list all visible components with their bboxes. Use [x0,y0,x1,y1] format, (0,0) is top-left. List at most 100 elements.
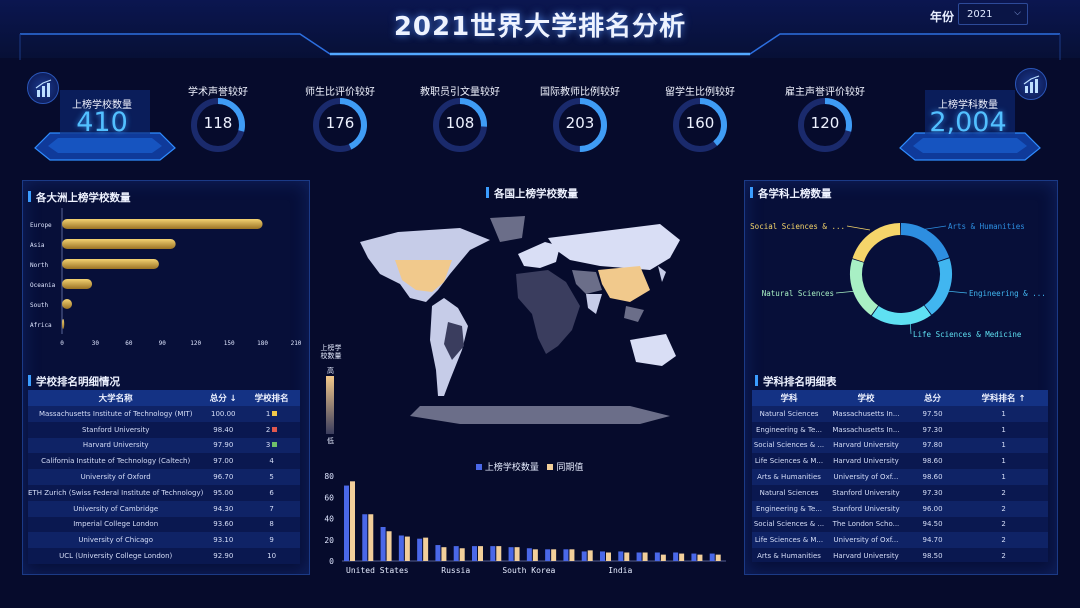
table-cell: 97.30 [905,421,960,438]
table-row[interactable]: Massachusetts Institute of Technology (M… [28,406,300,422]
table-row[interactable]: University of Oxford 96.70 5 [28,469,300,485]
bar [62,319,65,329]
school-rank-title: 学校排名明细情况 [28,374,120,389]
cell-text: 10 [267,552,277,561]
cell-text: Stanford University [81,425,150,434]
table-row[interactable]: Life Sciences & M... University of Oxf...… [752,532,1048,549]
slice-label: Arts & Humanities [948,222,1025,231]
chevron-down-icon: ⌵ [1014,8,1021,18]
bar [563,549,569,561]
bar [606,552,611,561]
table-row[interactable]: Social Sciences & ... Harvard University 9… [752,437,1048,454]
cell-text: 3 [265,441,271,450]
cell-text: 9 [269,536,274,545]
table-cell: 94.50 [905,516,960,533]
table-row[interactable]: Harvard University 97.90 3 [28,437,300,454]
right-total-value: 2,004 [929,107,1007,138]
cell-text: 8 [269,520,274,529]
table-cell: 8 [243,516,300,533]
ring-value: 108 [445,114,475,132]
bar [417,538,423,561]
bar [453,546,459,561]
table-row[interactable]: Engineering & Te... Massachusetts In... 97… [752,421,1048,438]
x-tick-label: Russia [441,566,470,575]
column-header[interactable]: 总分 ↓ [203,390,244,406]
cell-text: California Institute of Technology (Calt… [41,457,191,466]
table-cell: The London Scho... [826,516,906,533]
left-total-value: 410 [76,107,128,138]
table-cell: Harvard University [826,453,906,470]
table-cell: Life Sciences & M... [752,453,826,470]
table-row[interactable]: Stanford University 98.40 2 [28,421,300,438]
year-label: 年份 [930,10,955,24]
cell-text: 100.00 [211,409,236,418]
table-cell: Natural Sciences [752,484,826,501]
column-header[interactable]: 总分 [905,390,960,406]
table-cell: California Institute of Technology (Calt… [28,453,204,470]
table-row[interactable]: Arts & Humanities Harvard University 98.50… [752,548,1048,562]
year-select[interactable]: 2021 ⌵ [958,3,1028,25]
bar [350,481,355,561]
table-row[interactable]: ETH Zurich (Swiss Federal Institute of T… [28,484,300,501]
table-row[interactable]: UCL (University College London) 92.90 10 [28,548,300,564]
cell-text: 1 [265,409,271,418]
table-cell: 96.70 [203,469,244,485]
column-header[interactable]: 学校 [826,390,906,406]
table-row[interactable]: Social Sciences & ... The London Scho... 9… [752,516,1048,533]
table-row[interactable]: Arts & Humanities University of Oxf... 98.… [752,469,1048,485]
column-header[interactable]: 学科排名 ↑ [959,390,1048,406]
bar [532,549,538,561]
bar [459,548,465,561]
year-value: 2021 [967,9,993,20]
column-header[interactable]: 大学名称 [28,390,204,406]
bar [581,551,587,561]
table-cell: Stanford University [826,484,906,501]
table-cell: 1 [959,437,1048,454]
subjects-title: 各学科上榜数量 [750,186,832,201]
table-cell: ETH Zurich (Swiss Federal Institute of T… [28,484,204,501]
table-cell: 2 [959,500,1048,517]
table-cell: 97.80 [905,437,960,454]
table-row[interactable]: Imperial College London 93.60 8 [28,516,300,533]
bar [697,554,703,561]
table-row[interactable]: Engineering & Te... Stanford University 96… [752,500,1048,517]
table-cell: Harvard University [826,548,906,562]
table-row[interactable]: California Institute of Technology (Calt… [28,453,300,470]
map-legend-gradient[interactable] [326,376,334,434]
ring-value: 176 [325,114,355,132]
table-row[interactable]: Natural Sciences Massachusetts In... 97.50… [752,406,1048,422]
bar [526,548,532,561]
x-tick-label: South Korea [502,566,555,575]
bar [715,554,721,561]
world-map-land [360,216,680,424]
school-rank-table-wrap: 大学名称 总分 ↓ 学校排名 Massachusetts Institute o… [28,390,300,564]
bar [386,531,392,561]
bar [545,549,551,561]
table-row[interactable]: University of Chicago 93.10 9 [28,532,300,549]
column-header[interactable]: 学科 [752,390,826,406]
table-cell: Arts & Humanities [752,548,826,562]
cell-text: 95.00 [213,488,234,497]
table-cell: 98.50 [905,548,960,562]
table-row[interactable]: Natural Sciences Stanford University 97.30… [752,484,1048,501]
ring-value: 120 [810,114,840,132]
bar [496,546,502,561]
column-header[interactable]: 学校排名 [243,390,300,406]
table-cell: 4 [243,453,300,470]
table-row[interactable]: University of Cambridge 94.30 7 [28,500,300,517]
table-cell: 97.00 [203,453,244,470]
table-cell: Life Sciences & M... [752,532,826,549]
cell-text: 94.30 [213,504,234,513]
cell-text: 6 [269,488,274,497]
bar [618,551,624,561]
table-cell: 6 [243,484,300,501]
table-cell: Natural Sciences [752,406,826,422]
ring-value: 160 [685,114,715,132]
tick-label: 60 [125,340,133,347]
bar [587,550,593,561]
tick-label: 0 [60,340,64,347]
table-row[interactable]: Life Sciences & M... Harvard University 98… [752,453,1048,470]
medal-icon [272,442,278,448]
table-cell: Social Sciences & ... [752,516,826,533]
table-cell: 2 [959,532,1048,549]
